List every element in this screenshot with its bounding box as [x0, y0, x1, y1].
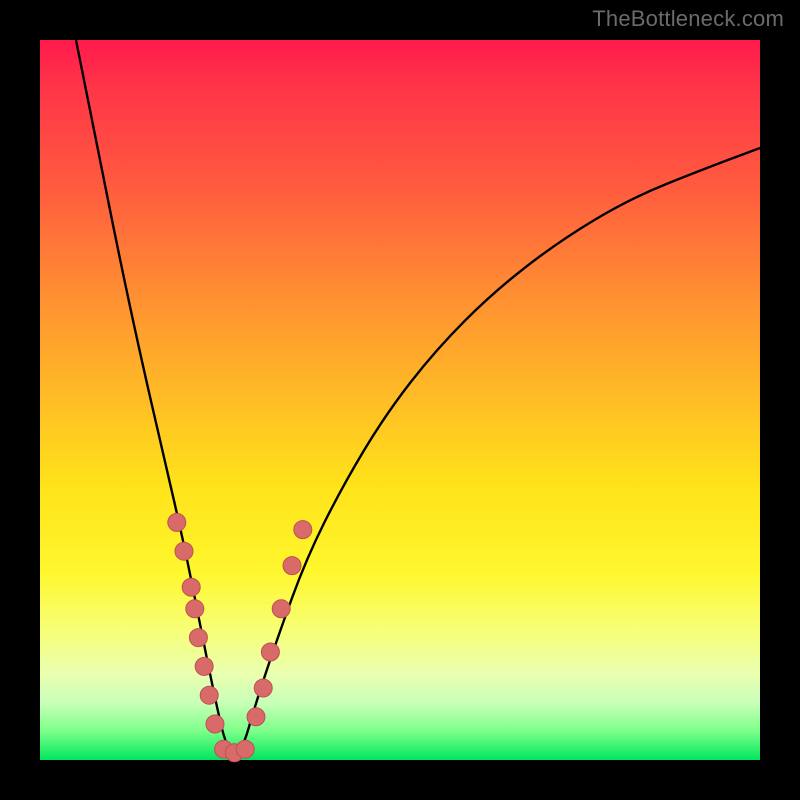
- curve-marker: [186, 600, 204, 618]
- curve-marker: [247, 708, 265, 726]
- curve-marker: [195, 657, 213, 675]
- watermark-text: TheBottleneck.com: [592, 6, 784, 32]
- curve-marker: [283, 557, 301, 575]
- curve-marker: [182, 578, 200, 596]
- curve-marker: [236, 740, 254, 758]
- chart-container: TheBottleneck.com: [0, 0, 800, 800]
- marker-group: [168, 513, 312, 761]
- curve-marker: [206, 715, 224, 733]
- curve-marker: [175, 542, 193, 560]
- curve-marker: [168, 513, 186, 531]
- curve-marker: [294, 521, 312, 539]
- curve-marker: [272, 600, 290, 618]
- curve-svg: [40, 40, 760, 760]
- plot-area: [40, 40, 760, 760]
- curve-marker: [261, 643, 279, 661]
- curve-marker: [200, 686, 218, 704]
- bottleneck-curve: [76, 40, 760, 753]
- curve-marker: [254, 679, 272, 697]
- curve-marker: [189, 629, 207, 647]
